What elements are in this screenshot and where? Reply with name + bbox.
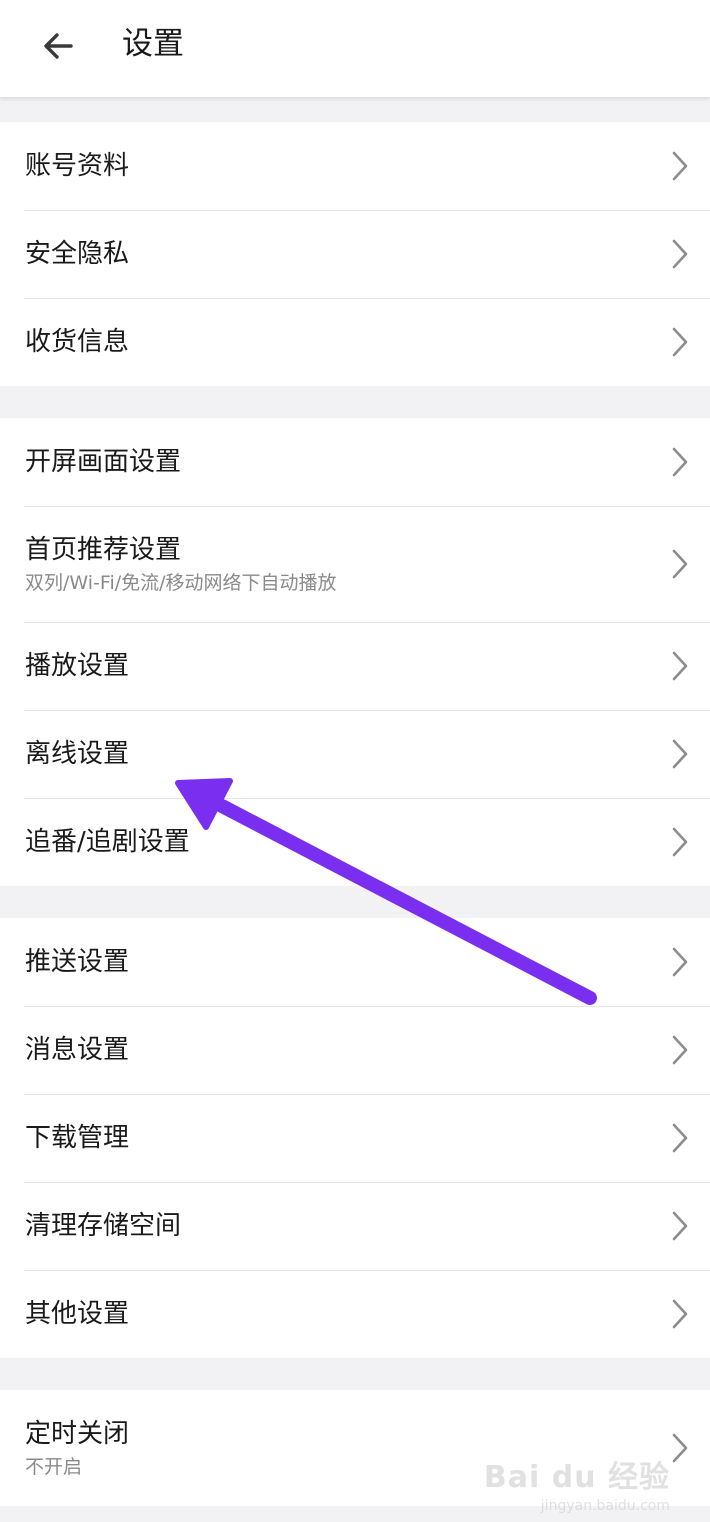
chevron-right-icon	[672, 239, 688, 269]
watermark: Bai du 经验 jingyan.baidu.com	[484, 1452, 670, 1514]
settings-item-playback[interactable]: 播放设置	[0, 622, 710, 710]
settings-item-label: 开屏画面设置	[25, 447, 182, 477]
chevron-right-icon	[672, 1211, 688, 1241]
settings-item-messages[interactable]: 消息设置	[0, 1006, 710, 1094]
settings-item-security-privacy[interactable]: 安全隐私	[0, 210, 710, 298]
settings-item-label: 下载管理	[25, 1123, 130, 1153]
back-button[interactable]	[30, 18, 86, 74]
settings-item-subtitle: 不开启	[25, 1456, 83, 1478]
settings-item-label: 播放设置	[25, 651, 130, 681]
settings-item-push[interactable]: 推送设置	[0, 918, 710, 1006]
chevron-right-icon	[672, 947, 688, 977]
settings-group-playback: 开屏画面设置 首页推荐设置 双列/Wi-Fi/免流/移动网络下自动播放 播放设置…	[0, 418, 710, 886]
chevron-right-icon	[672, 549, 688, 579]
chevron-right-icon	[672, 1123, 688, 1153]
settings-item-home-recommend[interactable]: 首页推荐设置 双列/Wi-Fi/免流/移动网络下自动播放	[0, 506, 710, 622]
settings-item-label: 追番/追剧设置	[25, 827, 190, 857]
settings-item-splash-screen[interactable]: 开屏画面设置	[0, 418, 710, 506]
chevron-right-icon	[672, 739, 688, 769]
settings-item-shipping-info[interactable]: 收货信息	[0, 298, 710, 386]
chevron-right-icon	[672, 447, 688, 477]
settings-item-downloads[interactable]: 下载管理	[0, 1094, 710, 1182]
arrow-left-icon	[44, 33, 73, 59]
settings-item-label: 离线设置	[25, 739, 130, 769]
page-title: 设置	[122, 26, 184, 62]
settings-item-label: 推送设置	[25, 947, 130, 977]
watermark-url: jingyan.baidu.com	[540, 1498, 670, 1514]
chevron-right-icon	[672, 151, 688, 181]
settings-group-account: 账号资料 安全隐私 收货信息	[0, 122, 710, 386]
watermark-logo: Bai du 经验	[483, 1460, 670, 1495]
settings-item-label: 收货信息	[25, 327, 130, 357]
top-app-bar: 设置	[0, 0, 710, 97]
settings-item-label: 账号资料	[25, 151, 130, 181]
settings-item-label: 清理存储空间	[25, 1211, 182, 1241]
settings-item-follow-series[interactable]: 追番/追剧设置	[0, 798, 710, 886]
settings-item-offline[interactable]: 离线设置	[0, 710, 710, 798]
settings-item-label: 消息设置	[25, 1035, 130, 1065]
settings-item-label: 其他设置	[25, 1299, 130, 1329]
chevron-right-icon	[672, 1433, 688, 1463]
settings-item-label: 定时关闭	[25, 1419, 130, 1449]
settings-item-subtitle: 双列/Wi-Fi/免流/移动网络下自动播放	[25, 572, 337, 594]
chevron-right-icon	[672, 1299, 688, 1329]
settings-item-account-profile[interactable]: 账号资料	[0, 122, 710, 210]
settings-item-other[interactable]: 其他设置	[0, 1270, 710, 1358]
settings-item-label: 首页推荐设置	[25, 535, 182, 565]
chevron-right-icon	[672, 1035, 688, 1065]
chevron-right-icon	[672, 651, 688, 681]
settings-group-system: 推送设置 消息设置 下载管理 清理存储空间 其他设置	[0, 918, 710, 1358]
settings-item-label: 安全隐私	[25, 239, 130, 269]
chevron-right-icon	[672, 327, 688, 357]
chevron-right-icon	[672, 827, 688, 857]
settings-item-clear-storage[interactable]: 清理存储空间	[0, 1182, 710, 1270]
